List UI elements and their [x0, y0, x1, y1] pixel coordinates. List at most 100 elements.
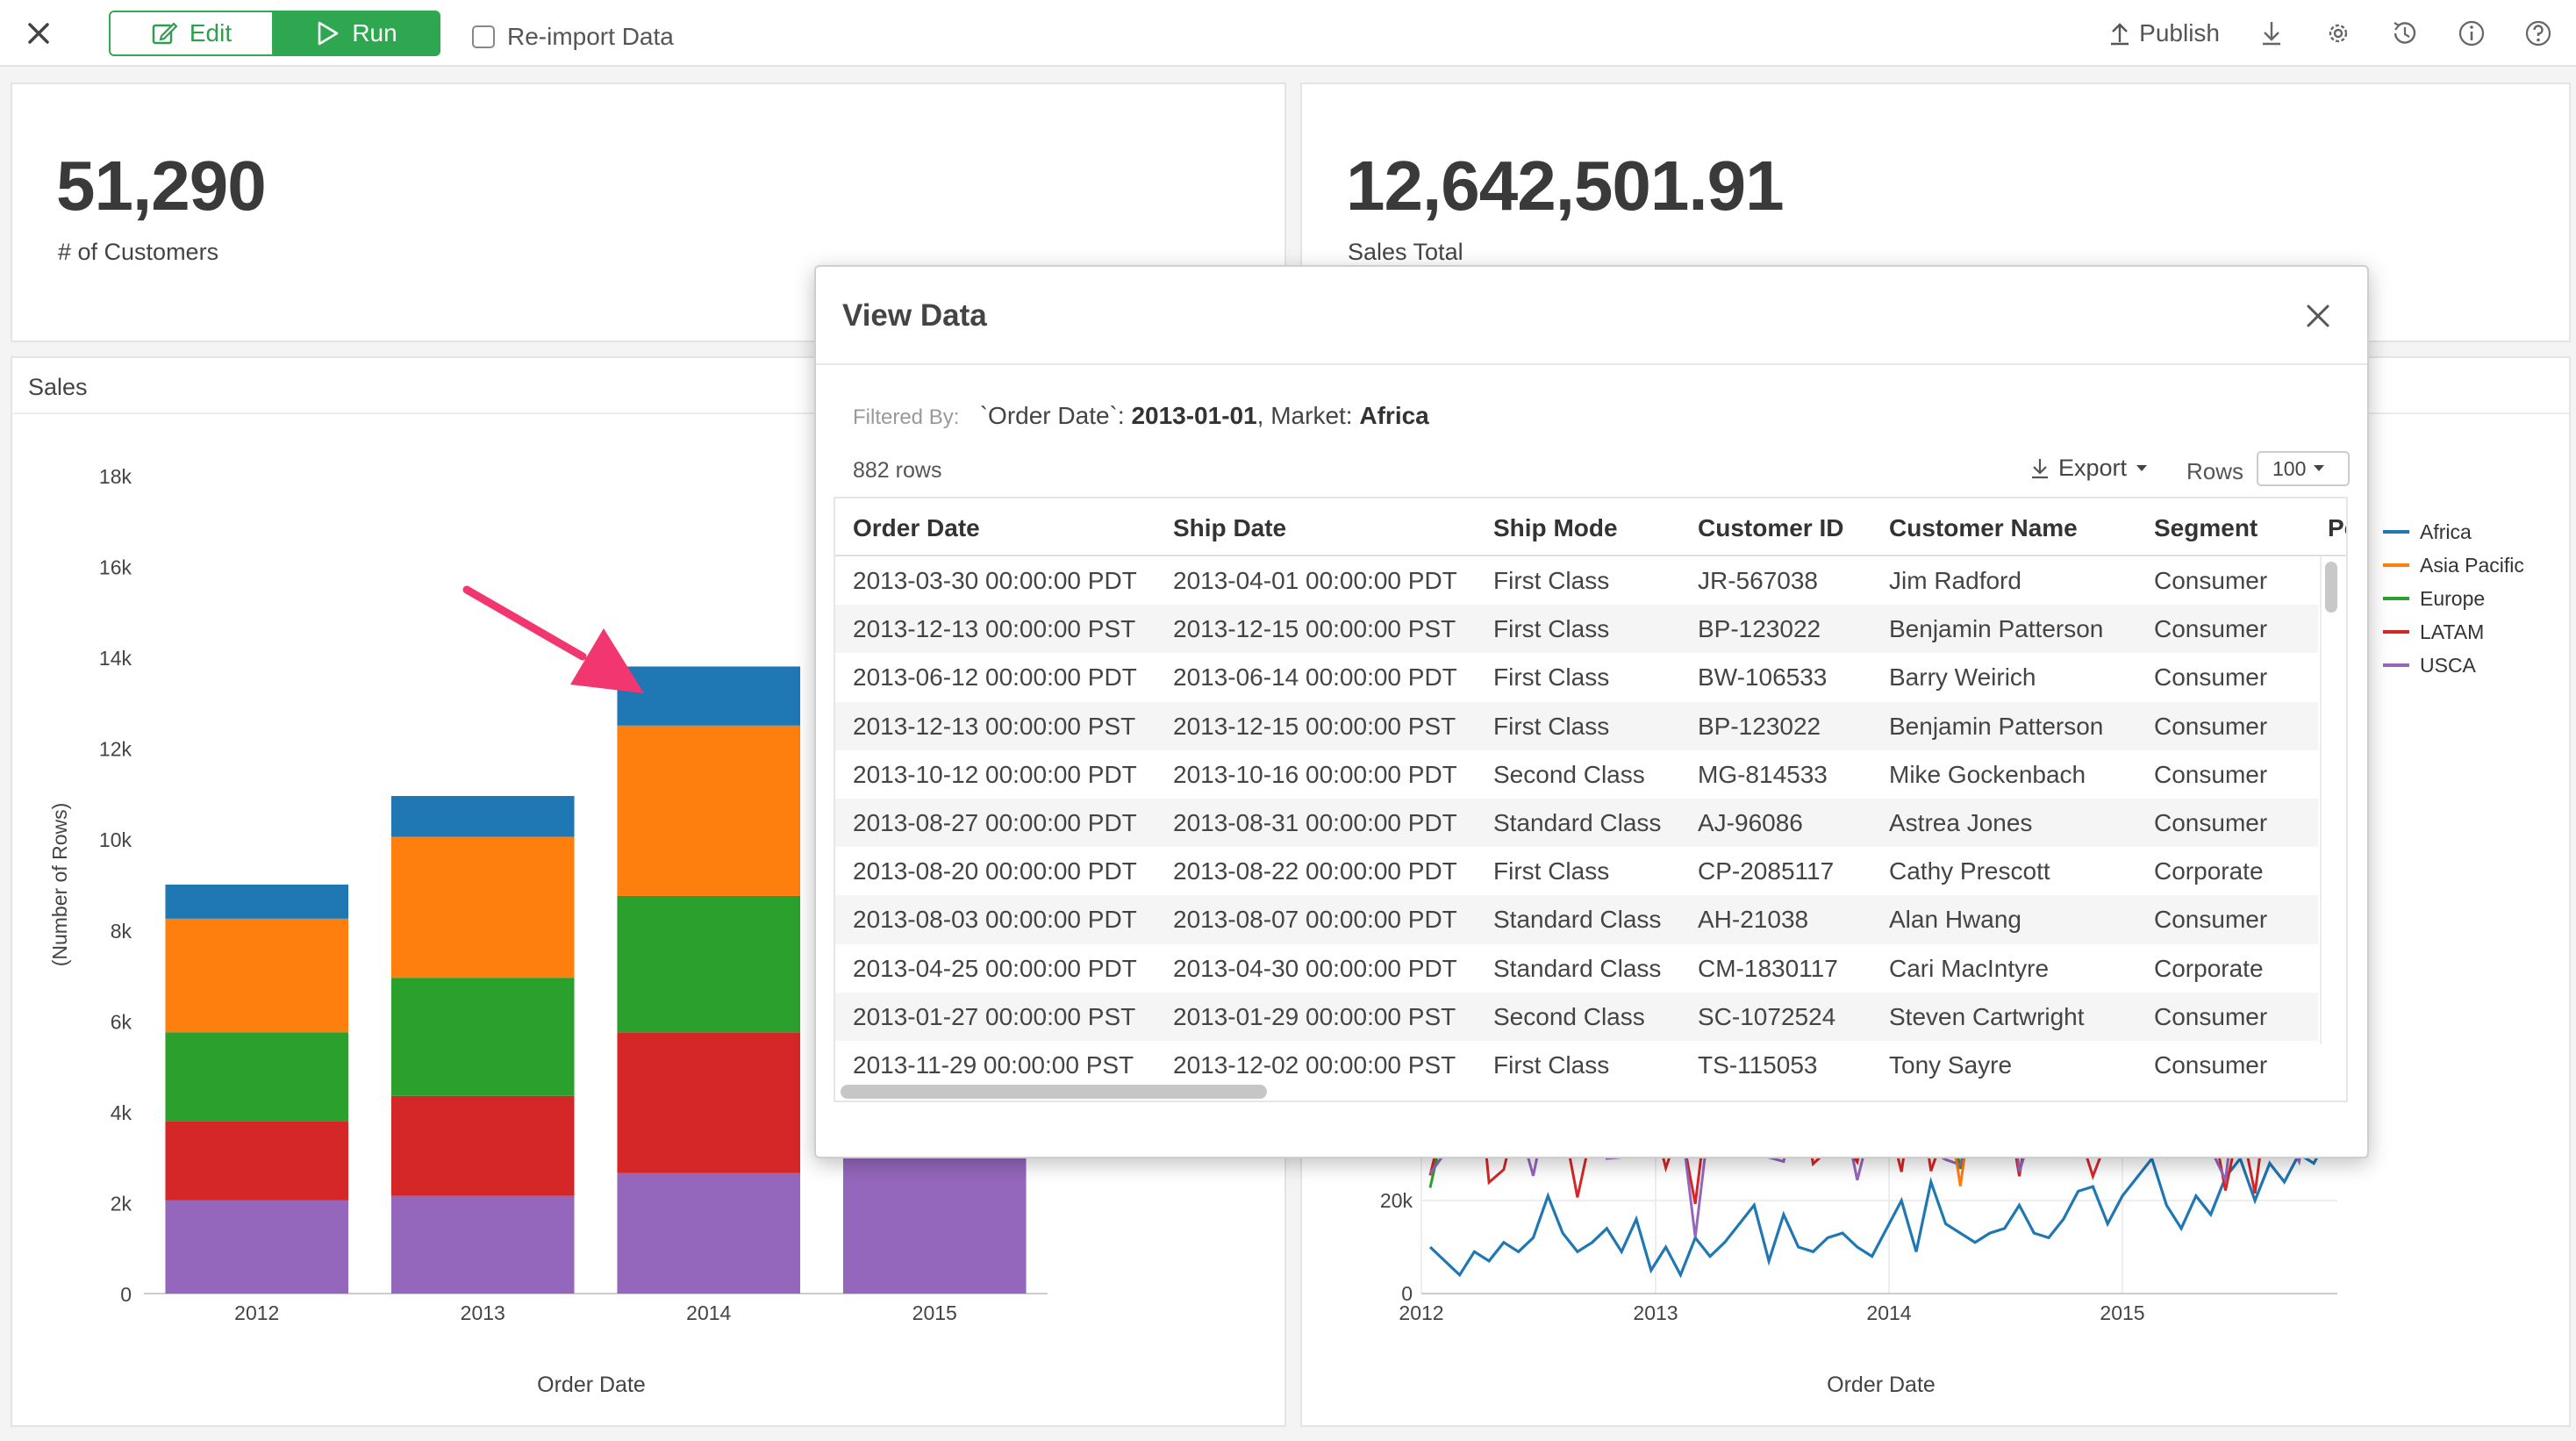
- cell-customer-id: CP-2085117: [1698, 857, 1835, 885]
- cell-segment: Consumer: [2154, 808, 2268, 836]
- edit-button[interactable]: Edit: [109, 11, 274, 56]
- cell-customer-id: AJ-96086: [1698, 808, 1803, 836]
- cell-ship-date: 2013-01-29 00:00:00 PST: [1173, 1002, 1456, 1030]
- table-header: Order Date Ship Date Ship Mode Customer …: [835, 498, 2346, 556]
- cell-order-date: 2013-04-25 00:00:00 PDT: [853, 954, 1137, 982]
- y-tick-label: 0: [1401, 1282, 1413, 1305]
- cell-customer-id: TS-115053: [1698, 1050, 1818, 1079]
- row-count: 882 rows: [853, 458, 942, 483]
- cell-ship-mode: First Class: [1493, 857, 1610, 885]
- cell-segment: Corporate: [2154, 857, 2264, 885]
- y-tick-label: 10k: [99, 828, 132, 851]
- table-row[interactable]: 2013-12-13 00:00:00 PST 2013-12-15 00:00:…: [835, 605, 2318, 654]
- bar-segment: [617, 666, 801, 726]
- y-tick-label: 14k: [99, 647, 132, 670]
- filter-date-value: 2013-01-01: [1131, 402, 1257, 429]
- table-row[interactable]: 2013-11-29 00:00:00 PST 2013-12-02 00:00:…: [835, 1041, 2318, 1089]
- bar-segment: [165, 918, 349, 1033]
- cell-customer-name: Astrea Jones: [1889, 808, 2033, 836]
- table-row[interactable]: 2013-03-30 00:00:00 PDT 2013-04-01 00:00:…: [835, 556, 2318, 605]
- bar-segment: [617, 1032, 801, 1173]
- reimport-label: Re-import Data: [507, 23, 674, 50]
- table-row[interactable]: 2013-01-27 00:00:00 PST 2013-01-29 00:00:…: [835, 992, 2318, 1041]
- play-icon: [318, 21, 339, 46]
- cell-ship-date: 2013-04-30 00:00:00 PDT: [1173, 954, 1457, 982]
- column-header-customer-name[interactable]: Customer Name: [1889, 514, 2078, 542]
- table-row[interactable]: 2013-10-12 00:00:00 PDT 2013-10-16 00:00:…: [835, 750, 2318, 799]
- rows-per-page-select[interactable]: 100: [2257, 451, 2350, 486]
- run-button[interactable]: Run: [274, 11, 440, 56]
- toolbar-actions: Publish: [2109, 14, 2553, 53]
- customers-kpi-label: # of Customers: [58, 239, 219, 265]
- x-tick-label: 2015: [912, 1301, 957, 1324]
- table-row[interactable]: 2013-04-25 00:00:00 PDT 2013-04-30 00:00:…: [835, 944, 2318, 993]
- cell-segment: Consumer: [2154, 567, 2268, 594]
- y-tick-label: 18k: [99, 465, 132, 488]
- bar-segment: [165, 1121, 349, 1201]
- help-icon[interactable]: [2523, 18, 2553, 48]
- modal-header: View Data: [816, 267, 2367, 365]
- cell-segment: Consumer: [2154, 663, 2268, 692]
- cell-customer-name: Benjamin Patterson: [1889, 615, 2104, 643]
- filter-field: `Order Date`:: [979, 402, 1125, 429]
- cell-order-date: 2013-11-29 00:00:00 PST: [853, 1050, 1134, 1079]
- cell-ship-mode: First Class: [1493, 712, 1610, 740]
- cell-ship-mode: First Class: [1493, 1050, 1610, 1079]
- legend-item: Asia Pacific: [2420, 554, 2524, 577]
- cell-segment: Consumer: [2154, 760, 2268, 788]
- table-row[interactable]: 2013-06-12 00:00:00 PDT 2013-06-14 00:00:…: [835, 653, 2318, 701]
- history-icon[interactable]: [2390, 18, 2420, 48]
- cell-segment: Consumer: [2154, 906, 2268, 934]
- column-header-segment[interactable]: Segment: [2154, 514, 2258, 542]
- cell-customer-id: BP-123022: [1698, 712, 1821, 740]
- filter-market-value: Africa: [1359, 402, 1429, 429]
- view-data-modal: View Data Filtered By: `Order Date`: 201…: [814, 265, 2369, 1158]
- column-header-postal-code[interactable]: Po: [2328, 514, 2346, 542]
- cell-customer-name: Tony Sayre: [1889, 1050, 2013, 1079]
- modal-title: View Data: [842, 298, 987, 333]
- run-button-label: Run: [352, 19, 397, 47]
- cell-ship-date: 2013-12-15 00:00:00 PST: [1173, 615, 1456, 643]
- horizontal-scrollbar[interactable]: [841, 1085, 1267, 1099]
- cell-customer-id: MG-814533: [1698, 760, 1828, 788]
- cell-ship-date: 2013-08-07 00:00:00 PDT: [1173, 906, 1457, 934]
- bar-segment: [390, 978, 575, 1096]
- table-row[interactable]: 2013-08-20 00:00:00 PDT 2013-08-22 00:00:…: [835, 847, 2318, 895]
- modal-close-icon[interactable]: [2304, 302, 2332, 330]
- download-icon[interactable]: [2257, 18, 2286, 48]
- cell-customer-id: BP-123022: [1698, 615, 1821, 643]
- column-header-ship-mode[interactable]: Ship Mode: [1493, 514, 1618, 542]
- cell-customer-name: Alan Hwang: [1889, 906, 2021, 934]
- vertical-scroll-track: [2320, 556, 2343, 1044]
- column-header-ship-date[interactable]: Ship Date: [1173, 514, 1286, 542]
- column-header-customer-id[interactable]: Customer ID: [1698, 514, 1843, 542]
- edit-icon: [152, 22, 177, 45]
- table-row[interactable]: 2013-08-03 00:00:00 PDT 2013-08-07 00:00:…: [835, 895, 2318, 944]
- cell-ship-mode: First Class: [1493, 663, 1610, 692]
- reimport-checkbox[interactable]: [472, 25, 495, 48]
- cell-customer-name: Steven Cartwright: [1889, 1002, 2085, 1030]
- publish-button[interactable]: Publish: [2109, 19, 2220, 47]
- legend-item: Europe: [2420, 587, 2485, 610]
- cell-order-date: 2013-08-27 00:00:00 PDT: [853, 808, 1137, 836]
- y-axis-title: (Number of Rows): [48, 803, 71, 967]
- data-table[interactable]: Order Date Ship Date Ship Mode Customer …: [834, 497, 2348, 1102]
- table-row[interactable]: 2013-08-27 00:00:00 PDT 2013-08-31 00:00:…: [835, 798, 2318, 848]
- y-tick-label: 0: [120, 1283, 132, 1306]
- table-row[interactable]: 2013-12-13 00:00:00 PST 2013-12-15 00:00:…: [835, 701, 2318, 750]
- info-icon[interactable]: [2457, 18, 2487, 48]
- vertical-scrollbar[interactable]: [2325, 562, 2337, 613]
- bar-segment: [842, 1143, 1027, 1294]
- column-header-order-date[interactable]: Order Date: [853, 514, 980, 542]
- gear-icon[interactable]: [2323, 18, 2353, 48]
- bar-segment: [390, 1095, 575, 1196]
- reimport-data-option[interactable]: Re-import Data: [472, 23, 674, 51]
- y-tick-label: 20k: [1380, 1189, 1413, 1212]
- cell-customer-name: Jim Radford: [1889, 567, 2021, 594]
- cell-ship-date: 2013-10-16 00:00:00 PDT: [1173, 760, 1457, 788]
- y-tick-label: 16k: [99, 556, 132, 579]
- export-dropdown[interactable]: Export: [2030, 455, 2148, 482]
- close-icon[interactable]: [23, 18, 54, 49]
- cell-customer-id: BW-106533: [1698, 663, 1828, 692]
- cell-segment: Corporate: [2154, 954, 2264, 982]
